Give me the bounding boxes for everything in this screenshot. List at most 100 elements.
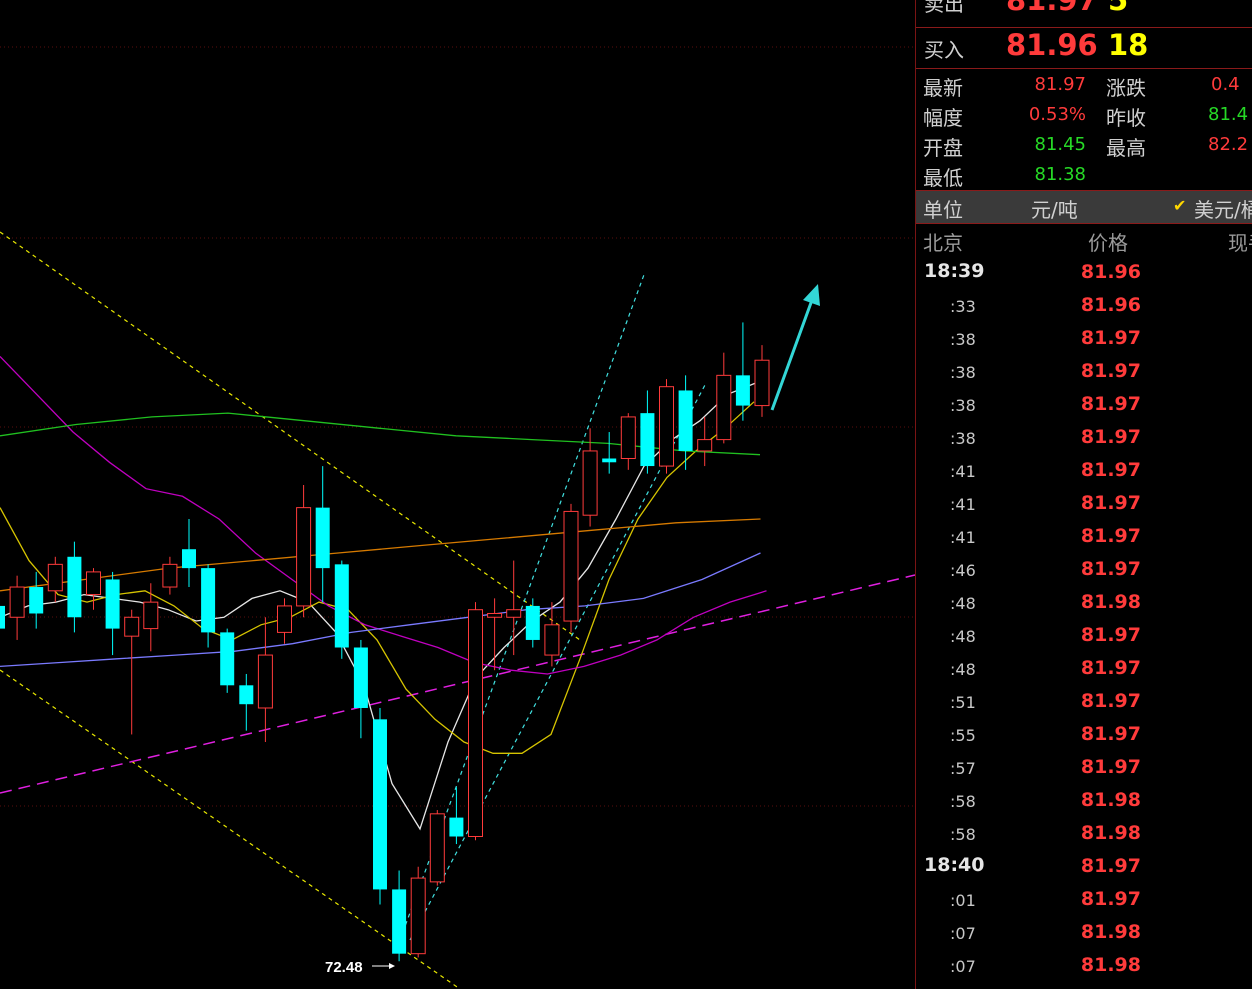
sell-price: 81.97 [1006, 0, 1098, 17]
candle [0, 605, 5, 629]
candle [449, 787, 464, 845]
tick-price: 81.98 [1080, 822, 1141, 844]
tick-price: 81.97 [1080, 525, 1141, 547]
tick-price: 81.97 [1080, 657, 1141, 679]
unit-label: 单位 [923, 198, 963, 222]
candle [9, 575, 25, 640]
up-arrow-shaft [770, 299, 814, 411]
buy-qty: 18 [1108, 28, 1149, 62]
tick-price: 81.98 [1080, 789, 1141, 811]
tick-time: :01 [950, 891, 976, 910]
low-marker-label: 72.48 [325, 959, 363, 976]
candle-body [0, 605, 5, 629]
quote-value-prevclose: 81.4 [1208, 104, 1249, 125]
tick-price: 81.97 [1080, 459, 1141, 481]
candle [201, 564, 216, 648]
candle [124, 609, 140, 735]
tick-row: :58 81.98 [916, 817, 1252, 850]
candle [487, 598, 503, 671]
tick-price: 81.98 [1080, 954, 1141, 976]
tick-time: :48 [950, 594, 976, 613]
quote-label-latest: 最新 [923, 76, 963, 100]
candle-body [162, 563, 178, 588]
col-header-volume: 现手 [1228, 231, 1252, 255]
candle [620, 413, 636, 470]
tick-row: :51 81.97 [916, 685, 1252, 718]
candle-body [429, 813, 445, 883]
candle [353, 639, 368, 739]
tick-time: :41 [950, 528, 976, 547]
candle-body [640, 413, 655, 467]
tick-row: 18:39 81.96 [916, 256, 1252, 289]
tick-time: :41 [950, 462, 976, 481]
candle-body [754, 359, 770, 407]
tick-time: :55 [950, 726, 976, 745]
candle-body [239, 685, 254, 705]
candle-body [47, 563, 63, 592]
candle-body [86, 571, 101, 596]
candle [315, 466, 330, 603]
tick-time: :07 [950, 924, 976, 943]
candle-body [582, 450, 598, 516]
candle-body [716, 374, 732, 441]
tick-time: 18:40 [924, 854, 985, 876]
candle [735, 322, 750, 421]
quote-value-range: 0.53% [1028, 104, 1086, 125]
trendline-yellow-lower [0, 669, 461, 989]
candle-body [449, 817, 464, 837]
candle [220, 628, 235, 693]
kline-svg[interactable]: 72.48 [0, 0, 915, 989]
candle-body [334, 564, 349, 648]
trendlines[interactable] [0, 231, 915, 989]
buy-label: 买入 [924, 38, 964, 62]
candle-body [67, 556, 82, 618]
tick-row: :33 81.96 [916, 289, 1252, 322]
tick-time: :46 [950, 561, 976, 580]
tick-row: :55 81.97 [916, 718, 1252, 751]
col-header-price: 价格 [1088, 231, 1128, 255]
sell-label: 卖出 [924, 0, 964, 16]
tick-time: :07 [950, 957, 976, 976]
candle-body [105, 579, 120, 629]
candle-body [544, 624, 560, 656]
candle [506, 560, 522, 656]
candle [544, 602, 560, 667]
candle [105, 571, 120, 656]
tick-row: :41 81.97 [916, 487, 1252, 520]
tick-time: :38 [950, 330, 976, 349]
tick-time: :48 [950, 660, 976, 679]
tick-price: 81.97 [1080, 360, 1141, 382]
candle [659, 379, 674, 474]
tick-price: 81.97 [1080, 855, 1141, 877]
tick-time: :38 [950, 363, 976, 382]
trendline-cyan-lower [409, 384, 706, 941]
tick-price: 81.97 [1080, 327, 1141, 349]
kline-chart[interactable]: 72.48 [0, 0, 915, 989]
candle [296, 484, 312, 618]
quote-label-low: 最低 [923, 166, 963, 190]
unit-option-usd[interactable]: 美元/桶 [1194, 194, 1252, 223]
candle [697, 416, 713, 467]
candle [640, 390, 655, 474]
tick-row: :07 81.98 [916, 916, 1252, 949]
tick-row: :48 81.97 [916, 652, 1252, 685]
unit-value-cny[interactable]: 元/吨 [1031, 194, 1078, 223]
candle [334, 560, 349, 659]
buy-price: 81.96 [1006, 28, 1098, 62]
candle-body [678, 390, 693, 451]
tick-price: 81.98 [1080, 591, 1141, 613]
tick-time: :58 [950, 792, 976, 811]
candle [143, 583, 159, 652]
candle [468, 602, 483, 841]
quote-label-range: 幅度 [923, 106, 963, 130]
tick-price: 81.97 [1080, 756, 1141, 778]
tick-time: :57 [950, 759, 976, 778]
tick-price: 81.97 [1080, 393, 1141, 415]
candle [754, 345, 770, 417]
quote-value-latest: 81.97 [1034, 74, 1086, 95]
candle-body [315, 507, 330, 569]
tick-price: 81.96 [1080, 294, 1141, 316]
candle [602, 432, 617, 474]
candle-body [659, 386, 674, 467]
quote-label-change: 涨跌 [1106, 76, 1146, 100]
